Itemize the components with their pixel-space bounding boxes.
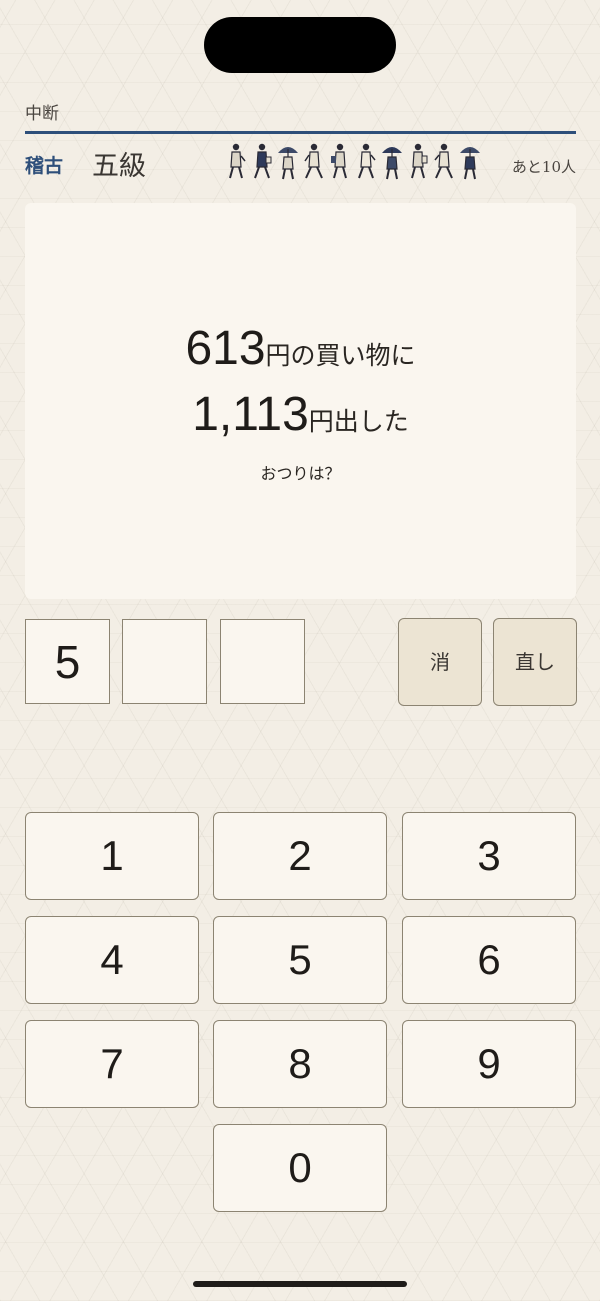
quit-button[interactable]: 中断	[25, 99, 59, 124]
question-prompt: おつりは？	[260, 464, 341, 483]
key-2[interactable]: 2	[213, 812, 387, 900]
key-0[interactable]: 0	[213, 1124, 387, 1212]
walking-traveler-umbrella-icon	[382, 147, 402, 180]
price-amount: 613	[185, 322, 266, 375]
walking-traveler-icon	[358, 143, 376, 179]
key-6[interactable]: 6	[402, 916, 576, 1004]
walking-traveler-umbrella-icon	[278, 147, 298, 180]
paid-amount: 1,113	[192, 388, 309, 441]
key-8[interactable]: 8	[213, 1020, 387, 1108]
camera-notch	[204, 17, 396, 73]
walking-traveler-icon	[229, 143, 246, 179]
home-indicator[interactable]	[193, 1281, 407, 1287]
paid-suffix: 円出した	[308, 407, 409, 436]
answer-digit-2	[122, 619, 207, 704]
walking-traveler-icon	[331, 143, 347, 179]
walking-traveler-icon	[254, 143, 272, 179]
header-divider	[25, 131, 576, 134]
key-7[interactable]: 7	[25, 1020, 199, 1108]
erase-button[interactable]: 消	[398, 618, 482, 706]
walking-traveler-icon	[411, 143, 428, 179]
answer-digit-1: 5	[25, 619, 110, 704]
walking-traveler-icon	[434, 143, 453, 179]
mode-label: 稽古	[25, 155, 64, 177]
walking-traveler-umbrella-icon	[460, 147, 480, 180]
remaining-count: あと10人	[511, 158, 576, 176]
grade-label: 五級	[92, 151, 146, 182]
key-5[interactable]: 5	[213, 916, 387, 1004]
question-price-line: 613円の買い物に	[25, 321, 576, 376]
remaining-customers-indicator	[224, 141, 482, 181]
key-3[interactable]: 3	[402, 812, 576, 900]
walking-traveler-icon	[304, 143, 323, 179]
key-4[interactable]: 4	[25, 916, 199, 1004]
reset-button[interactable]: 直し	[493, 618, 577, 706]
key-9[interactable]: 9	[402, 1020, 576, 1108]
price-suffix: 円の買い物に	[265, 341, 416, 370]
answer-digit-3	[220, 619, 305, 704]
question-paid-line: 1,113円出した	[25, 387, 576, 442]
key-1[interactable]: 1	[25, 812, 199, 900]
question-card: 613円の買い物に 1,113円出した おつりは？	[25, 203, 576, 599]
